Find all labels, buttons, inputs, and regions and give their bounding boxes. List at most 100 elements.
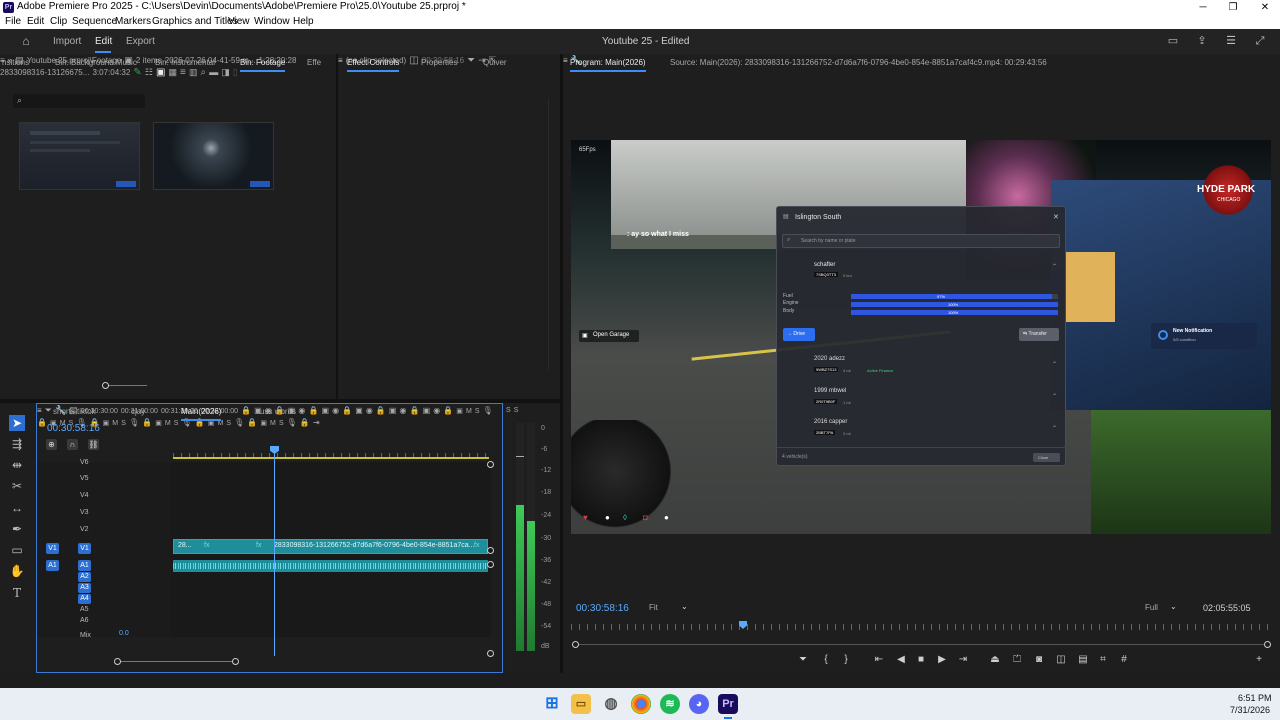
windows-start-icon[interactable]: ⊞ — [542, 694, 562, 714]
close-dialog-icon[interactable]: ✕ — [1053, 213, 1059, 221]
microphone-icon[interactable]: 🎙 — [483, 406, 493, 415]
tab-effects[interactable]: Effe — [307, 58, 321, 67]
vertical-scroll-handle[interactable] — [487, 461, 494, 468]
solo-button[interactable]: S — [475, 408, 480, 415]
microphone-icon[interactable]: 🎙 — [287, 418, 297, 427]
bin-search-input[interactable]: ⌕ — [13, 94, 145, 108]
mute-button[interactable]: M — [270, 420, 276, 427]
workspaces-icon[interactable]: ▭ — [1167, 35, 1179, 47]
menu-markers[interactable]: Markers — [115, 16, 151, 27]
go-to-out-icon[interactable]: ⇥ — [957, 654, 969, 666]
open-garage-prompt[interactable]: ▣ Open Garage — [579, 330, 639, 342]
quick-export-icon[interactable]: ⇪ — [1196, 35, 1208, 47]
chevron-up-icon[interactable]: ⌃ — [1052, 263, 1057, 270]
tab-transitions[interactable]: nsitions — [2, 58, 29, 67]
eye-icon[interactable]: ◉ — [298, 406, 305, 415]
workspace-edit[interactable]: Edit — [95, 36, 112, 47]
fullscreen-icon[interactable]: ⤢ — [1254, 35, 1266, 47]
obs-icon[interactable]: ◍ — [601, 694, 621, 714]
lock-icon[interactable]: 🔒 — [37, 418, 47, 427]
sync-icon[interactable]: ▣ — [103, 420, 110, 427]
toggle-timeline-view-icon[interactable]: ◫ — [409, 55, 418, 66]
tab-program-main-2026[interactable]: Program: Main(2026) — [570, 58, 646, 72]
rectangle-tool-icon[interactable]: ▭ — [9, 542, 25, 558]
eye-icon[interactable]: ◉ — [400, 406, 407, 415]
tab-bin-background-music[interactable]: Bin: Background Music — [55, 58, 137, 67]
track-v6[interactable]: V6 — [80, 459, 89, 466]
lock-icon[interactable]: 🔒 — [142, 418, 152, 427]
selection-tool-icon[interactable]: ➤ — [9, 415, 25, 431]
home-icon[interactable]: ⌂ — [20, 35, 32, 47]
mute-button[interactable]: M — [466, 408, 472, 415]
chevron-down-icon[interactable]: ⌄ — [1052, 422, 1057, 429]
lift-icon[interactable]: ⏏ — [989, 654, 1001, 666]
file-explorer-icon[interactable]: ▭ — [571, 694, 591, 714]
tab-bin-footage[interactable]: Bin: Footage — [240, 58, 286, 72]
find-icon[interactable]: ⌕ — [201, 67, 207, 78]
mark-in-icon[interactable]: { — [820, 654, 832, 666]
effect-controls-menu-icon[interactable]: ≡ — [338, 56, 343, 65]
sync-icon[interactable]: ▣ — [456, 408, 463, 415]
mute-button[interactable]: M — [165, 420, 171, 427]
filter-icon[interactable]: ⏷ — [467, 55, 475, 66]
linked-selection-icon[interactable]: ⛓ — [88, 439, 99, 450]
tab-shorts-tiktok[interactable]: shorts tiktok — [53, 407, 96, 416]
lock-icon[interactable]: 🔒 — [342, 406, 352, 415]
spotify-icon[interactable]: ≋ — [660, 694, 680, 714]
safe-margins-icon[interactable]: ⌗ — [1097, 654, 1109, 666]
sync-icon[interactable]: ▣ — [355, 406, 363, 415]
premiere-taskbar-icon[interactable]: Pr — [718, 694, 738, 714]
panel-divider[interactable] — [560, 54, 563, 673]
dialog-close-button[interactable]: Close — [1033, 453, 1060, 462]
zoom-slider-handle[interactable] — [102, 382, 109, 389]
grid-icon[interactable]: # — [1118, 654, 1130, 666]
nest-icon[interactable]: ⊕ — [46, 439, 57, 450]
multicam-icon[interactable]: ▤ — [1077, 654, 1089, 666]
snap-icon[interactable]: ∩ — [67, 439, 78, 450]
mute-button[interactable]: M — [217, 420, 223, 427]
tab-cuss-words[interactable]: cuss words — [256, 407, 296, 416]
zoom-handle-left[interactable] — [572, 641, 579, 648]
vertical-scroll-handle[interactable] — [487, 650, 494, 657]
track-a4[interactable]: A4 — [78, 594, 91, 604]
timeline-timecode[interactable]: 00:30:58:16 — [47, 423, 100, 434]
taskbar-time[interactable]: 6:51 PM — [1238, 693, 1272, 703]
trash-icon[interactable]: ▯ — [233, 67, 238, 77]
type-tool-icon[interactable]: T — [9, 585, 25, 601]
transfer-button[interactable]: ⇆ Transfer — [1019, 328, 1059, 341]
close-window-button[interactable]: ✕ — [1250, 0, 1280, 15]
slip-tool-icon[interactable]: ↔ — [9, 500, 25, 516]
lock-icon[interactable]: 🔒 — [410, 406, 420, 415]
microphone-icon[interactable]: 🎙 — [129, 418, 139, 427]
track-v4[interactable]: V4 — [80, 492, 89, 499]
program-zoom-bar[interactable] — [576, 644, 1266, 645]
lock-icon[interactable]: 🔒 — [376, 406, 386, 415]
comparison-view-icon[interactable]: ◫ — [1055, 654, 1067, 666]
solo-right-button[interactable]: S — [514, 407, 519, 414]
solo-left-button[interactable]: S — [506, 407, 511, 414]
mute-button[interactable]: M — [112, 420, 118, 427]
vehicle-name[interactable]: 2020 adezz — [814, 356, 845, 362]
icon-view-icon[interactable]: ▣ — [156, 67, 165, 78]
vehicle-search-input[interactable]: ⌕ Search by name or plate — [782, 234, 1060, 248]
add-marker-icon[interactable]: ⏷ — [797, 654, 809, 666]
sort-icons-icon[interactable]: ≡ — [180, 67, 186, 78]
lock-icon[interactable]: 🔒 — [300, 418, 310, 427]
menu-help[interactable]: Help — [293, 16, 314, 27]
program-timecode[interactable]: 00:30:58:16 — [576, 603, 629, 614]
track-select-tool-icon[interactable]: ⇶ — [9, 436, 25, 452]
track-a1[interactable]: A1 — [78, 560, 91, 571]
vehicle-name[interactable]: schafter — [814, 262, 835, 268]
tab-bin-instrumental[interactable]: Bin: Instrumental — [155, 58, 215, 67]
vertical-scroll-handle[interactable] — [487, 547, 494, 554]
track-a5[interactable]: A5 — [80, 606, 89, 613]
automate-sequence-icon[interactable]: ▥ — [189, 67, 198, 77]
minimize-button[interactable]: ─ — [1188, 0, 1218, 15]
menu-graphics-and-titles[interactable]: Graphics and Titles — [152, 16, 238, 27]
new-item-icon[interactable]: ◨ — [221, 67, 230, 77]
menu-edit[interactable]: Edit — [27, 16, 44, 27]
maximize-button[interactable]: ❐ — [1218, 0, 1248, 15]
fit-dropdown[interactable]: Fit ⌄ — [647, 601, 693, 614]
freeform-view-icon[interactable]: ▦ — [168, 67, 177, 77]
discord-icon[interactable]: ◕ — [689, 694, 709, 714]
